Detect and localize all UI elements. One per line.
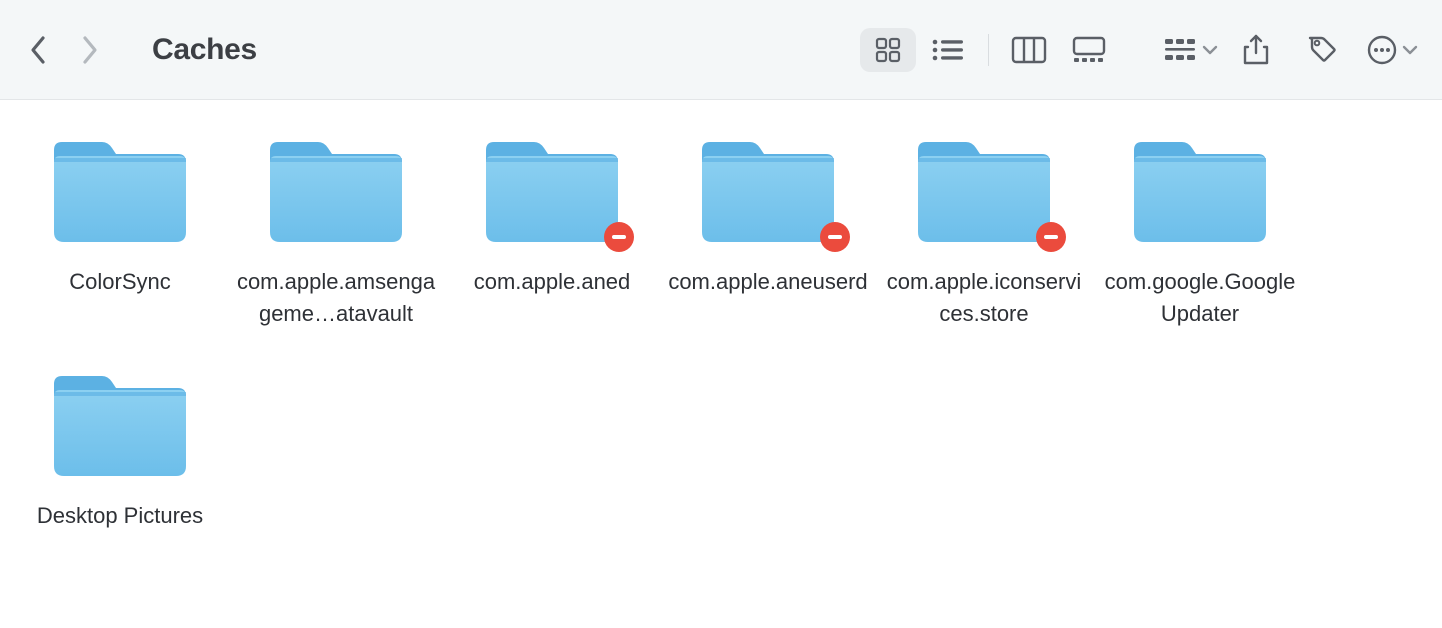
view-column-button[interactable] <box>1001 28 1057 72</box>
view-icon-button[interactable] <box>860 28 916 72</box>
chevron-down-icon <box>1402 44 1418 56</box>
gallery-icon <box>1070 36 1108 64</box>
group-icon <box>1162 36 1198 64</box>
folder-icon <box>694 136 842 248</box>
nav-group <box>24 36 104 64</box>
folder-item[interactable]: com.google.GoogleUpdater <box>1092 136 1308 330</box>
no-access-badge-icon <box>604 222 634 252</box>
folder-item[interactable]: com.apple.amsengageme…atavault <box>228 136 444 330</box>
chevron-right-icon <box>81 35 99 65</box>
grid-icon <box>873 35 903 65</box>
window-title: Caches <box>152 33 257 67</box>
right-tools <box>1156 28 1418 72</box>
folder-label: com.apple.aned <box>474 266 631 298</box>
action-menu[interactable] <box>1360 28 1418 72</box>
share-button[interactable] <box>1228 28 1284 72</box>
more-icon <box>1366 34 1398 66</box>
group-by-menu[interactable] <box>1156 28 1218 72</box>
folder-icon <box>262 136 410 248</box>
folder-item[interactable]: com.apple.aneuserd <box>660 136 876 330</box>
folder-item[interactable]: com.apple.aned <box>444 136 660 330</box>
folder-item[interactable]: ColorSync <box>12 136 228 330</box>
folder-label: com.apple.aneuserd <box>668 266 867 298</box>
folder-label: com.apple.amsengageme…atavault <box>236 266 436 330</box>
columns-icon <box>1011 36 1047 64</box>
content-area: ColorSync com.apple.amsengageme…atavault… <box>0 100 1442 532</box>
list-icon <box>931 37 965 63</box>
toolbar: Caches <box>0 0 1442 100</box>
back-button[interactable] <box>24 36 52 64</box>
no-access-badge-icon <box>1036 222 1066 252</box>
divider <box>988 34 989 66</box>
no-access-badge-icon <box>820 222 850 252</box>
folder-icon <box>910 136 1058 248</box>
folder-item[interactable]: com.apple.iconservices.store <box>876 136 1092 330</box>
chevron-down-icon <box>1202 44 1218 56</box>
view-list-button[interactable] <box>920 28 976 72</box>
folder-icon <box>1126 136 1274 248</box>
folder-item[interactable]: Desktop Pictures <box>12 370 228 532</box>
folder-icon <box>46 136 194 248</box>
chevron-left-icon <box>29 35 47 65</box>
folder-label: com.apple.iconservices.store <box>884 266 1084 330</box>
folder-icon <box>478 136 626 248</box>
folder-label: com.google.GoogleUpdater <box>1100 266 1300 330</box>
folder-grid: ColorSync com.apple.amsengageme…atavault… <box>12 136 1442 532</box>
view-mode-group <box>860 28 1138 72</box>
folder-label: ColorSync <box>69 266 170 298</box>
folder-icon <box>46 370 194 482</box>
folder-label: Desktop Pictures <box>37 500 203 532</box>
share-icon <box>1241 33 1271 67</box>
view-gallery-button[interactable] <box>1061 28 1117 72</box>
forward-button[interactable] <box>76 36 104 64</box>
tags-button[interactable] <box>1294 28 1350 72</box>
tag-icon <box>1305 33 1339 67</box>
